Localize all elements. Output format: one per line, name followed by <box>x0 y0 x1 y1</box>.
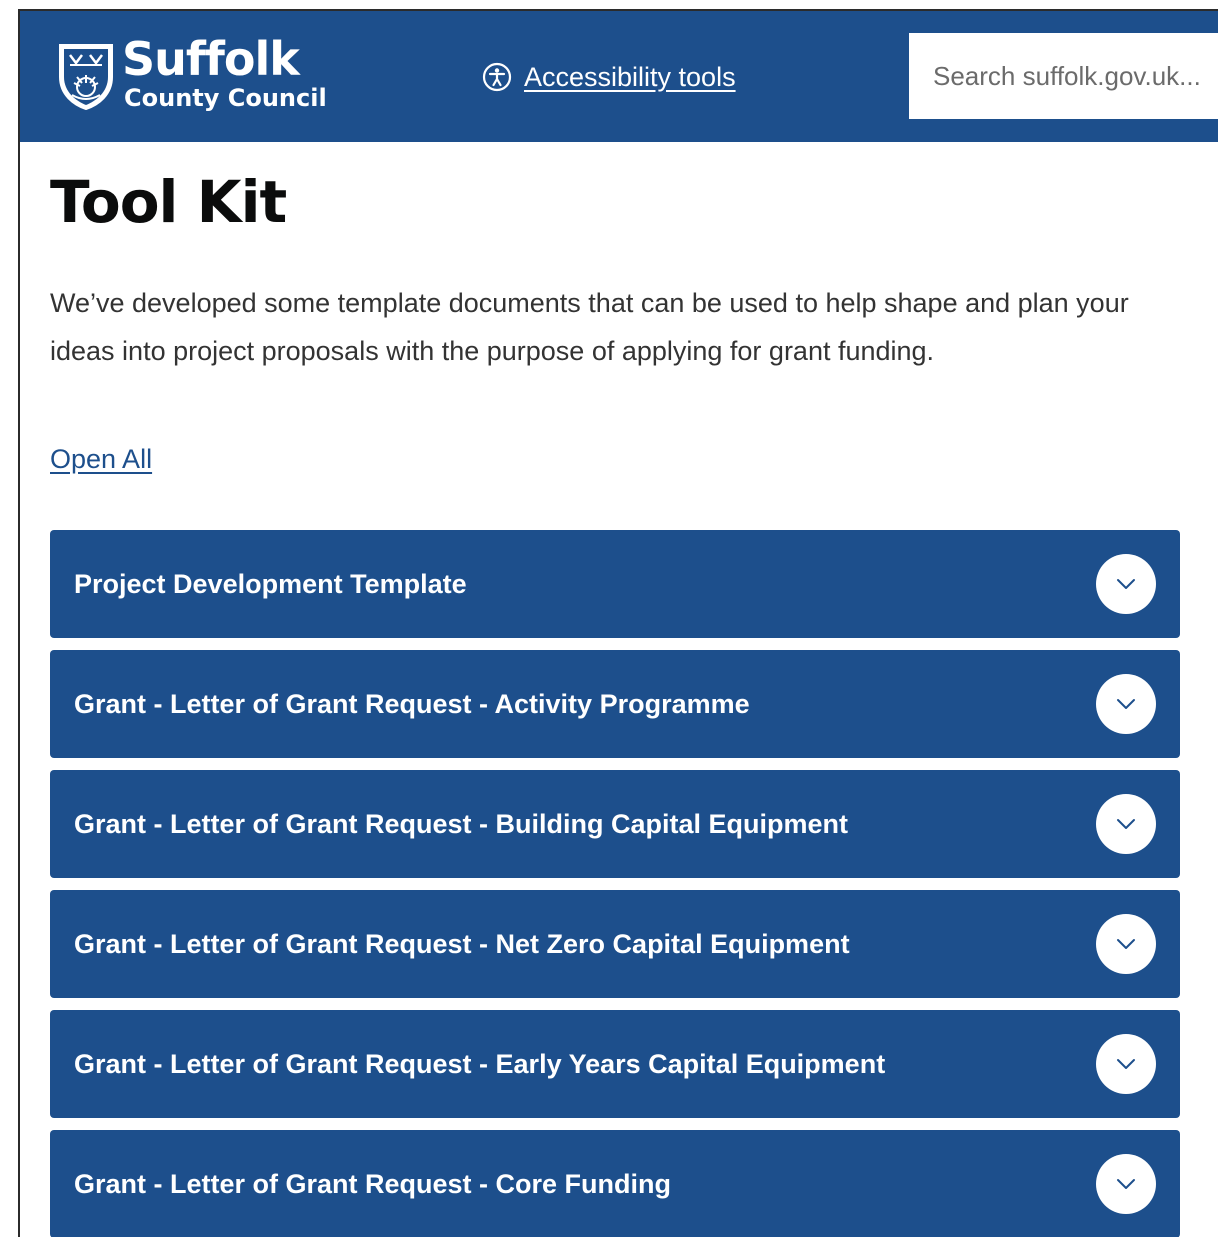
chevron-down-icon <box>1117 1179 1135 1189</box>
chevron-down-icon <box>1117 939 1135 949</box>
accordion-item-title: Grant - Letter of Grant Request - Core F… <box>74 1169 672 1199</box>
accordion-toggle-button[interactable] <box>1096 1154 1156 1214</box>
chevron-down-icon <box>1117 579 1135 589</box>
accordion-item-building-capital-equipment[interactable]: Grant - Letter of Grant Request - Buildi… <box>50 770 1180 878</box>
site-header: Suffolk County Council Accessibility too… <box>20 11 1218 142</box>
accordion-item-title: Grant - Letter of Grant Request - Early … <box>74 1049 886 1079</box>
accordion-toggle-button[interactable] <box>1096 1034 1156 1094</box>
chevron-down-icon <box>1117 699 1135 709</box>
site-logo-link[interactable]: Suffolk County Council <box>56 33 327 117</box>
accordion-item-title: Project Development Template <box>74 569 467 599</box>
accordion-item-net-zero-capital-equipment[interactable]: Grant - Letter of Grant Request - Net Ze… <box>50 890 1180 998</box>
accordion-item-title: Grant - Letter of Grant Request - Net Ze… <box>74 929 850 959</box>
accordion-item-activity-programme[interactable]: Grant - Letter of Grant Request - Activi… <box>50 650 1180 758</box>
accordion-toggle-button[interactable] <box>1096 914 1156 974</box>
accordion-item-title: Grant - Letter of Grant Request - Activi… <box>74 689 750 719</box>
chevron-down-icon <box>1117 1059 1135 1069</box>
accordion-item-title: Grant - Letter of Grant Request - Buildi… <box>74 809 849 839</box>
accordion-item-core-funding[interactable]: Grant - Letter of Grant Request - Core F… <box>50 1130 1180 1237</box>
logo-name: Suffolk <box>122 32 300 86</box>
suffolk-crest-icon <box>59 44 113 111</box>
accessibility-icon <box>482 62 512 92</box>
chevron-down-icon <box>1117 819 1135 829</box>
browser-viewport: Suffolk County Council Accessibility too… <box>18 9 1218 1237</box>
accordion-item-early-years-capital-equipment[interactable]: Grant - Letter of Grant Request - Early … <box>50 1010 1180 1118</box>
page-title: Tool Kit <box>50 168 287 236</box>
accessibility-tools-link[interactable]: Accessibility tools <box>482 59 736 95</box>
search-input[interactable] <box>909 33 1218 119</box>
logo-subtitle: County Council <box>124 84 327 112</box>
intro-paragraph: We’ve developed some template documents … <box>50 288 1129 366</box>
open-all-link[interactable]: Open All <box>50 441 152 477</box>
accordion-toggle-button[interactable] <box>1096 674 1156 734</box>
accordion-toggle-button[interactable] <box>1096 794 1156 854</box>
accordion-toggle-button[interactable] <box>1096 554 1156 614</box>
toolkit-accordion: Project Development Template Grant - Let… <box>50 530 1180 1237</box>
accordion-item-project-development-template[interactable]: Project Development Template <box>50 530 1180 638</box>
accessibility-tools-label: Accessibility tools <box>524 61 736 92</box>
